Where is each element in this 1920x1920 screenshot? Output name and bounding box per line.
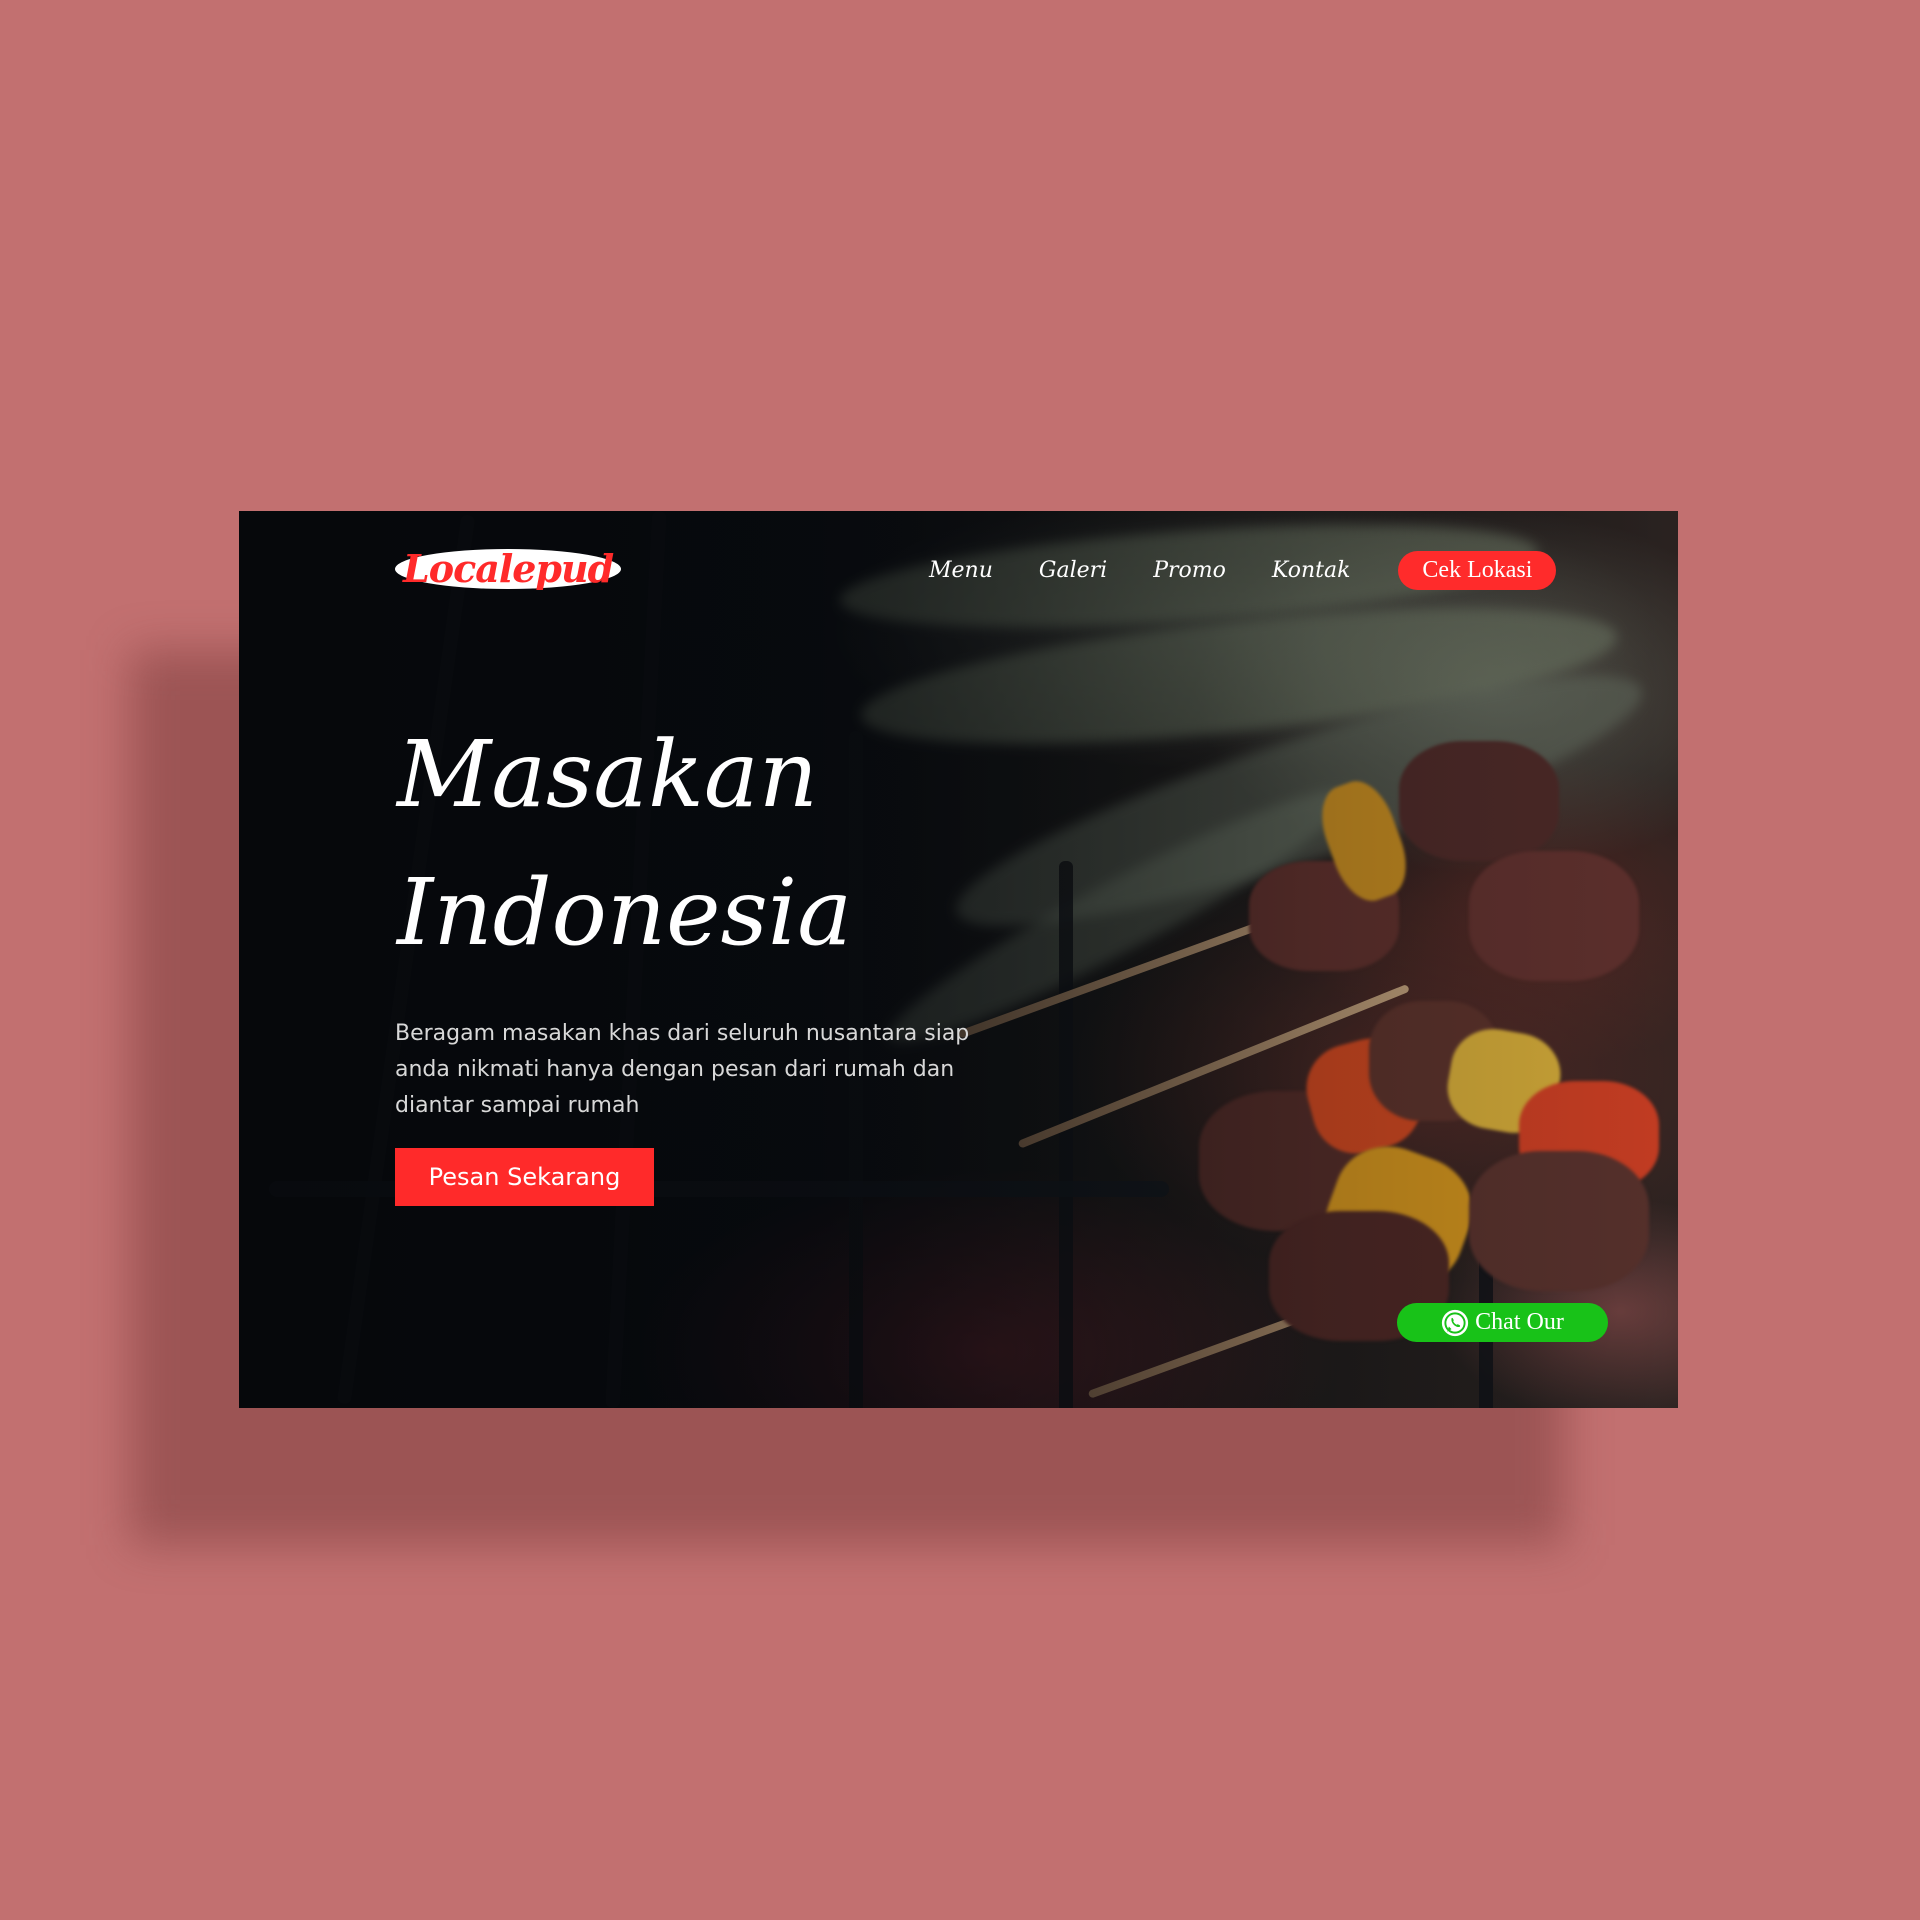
chat-label: Chat Our <box>1475 1309 1564 1335</box>
hero-title-line1: Masakan <box>397 721 818 828</box>
pesan-sekarang-button[interactable]: Pesan Sekarang <box>395 1148 654 1206</box>
brand-logo[interactable]: Localepud <box>395 549 622 589</box>
chat-our-button[interactable]: Chat Our <box>1397 1303 1608 1342</box>
hero-description: Beragam masakan khas dari seluruh nusant… <box>395 1021 970 1118</box>
hero-title: Masakan Indonesia <box>397 706 852 982</box>
whatsapp-icon <box>1442 1309 1469 1336</box>
main-navigation: Menu Galeri Promo Kontak Cek Lokasi <box>929 551 1557 590</box>
nav-item-galeri[interactable]: Galeri <box>1039 558 1107 583</box>
website-screen: Localepud Menu Galeri Promo Kontak Cek L… <box>239 511 1678 1408</box>
nav-item-kontak[interactable]: Kontak <box>1272 558 1351 583</box>
cek-lokasi-button[interactable]: Cek Lokasi <box>1398 551 1557 590</box>
hero-title-line2: Indonesia <box>397 859 853 966</box>
mockup-stage: Localepud Menu Galeri Promo Kontak Cek L… <box>0 0 1920 1920</box>
nav-item-menu[interactable]: Menu <box>929 558 993 583</box>
nav-item-promo[interactable]: Promo <box>1153 558 1226 583</box>
